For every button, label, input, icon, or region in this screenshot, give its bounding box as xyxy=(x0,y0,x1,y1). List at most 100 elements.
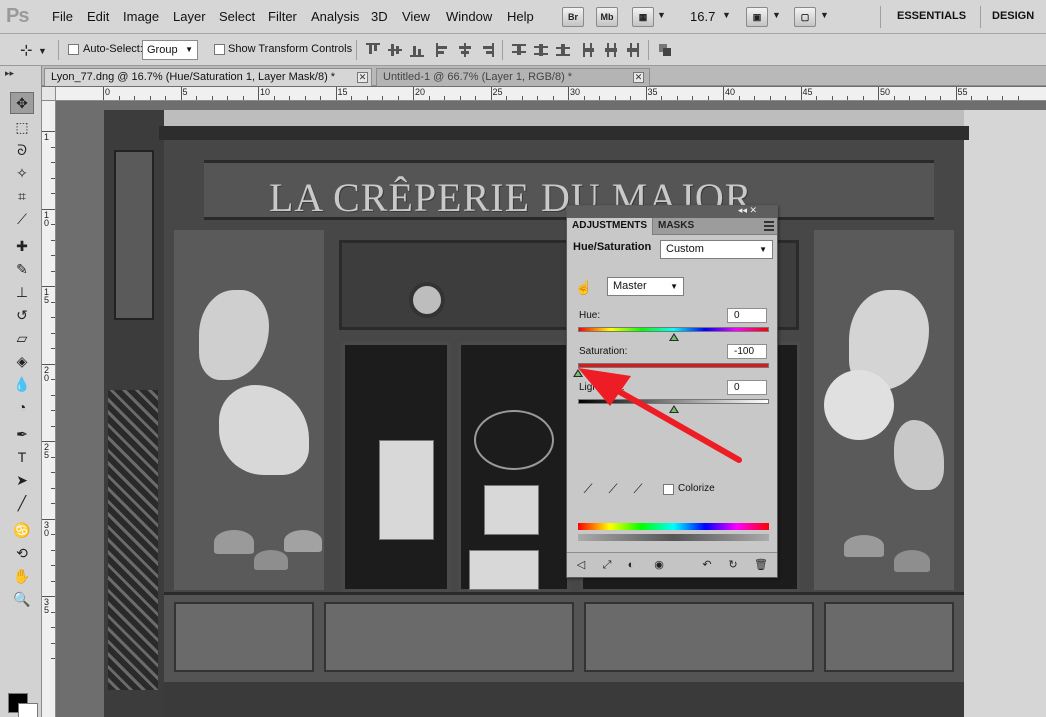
distribute-left-icon[interactable] xyxy=(582,43,596,57)
menu-help[interactable]: Help xyxy=(507,9,534,24)
hue-input[interactable]: 0 xyxy=(727,308,767,323)
tab-lyon-77[interactable]: Lyon_77.dng @ 16.7% (Hue/Saturation 1, L… xyxy=(44,68,372,86)
saturation-input[interactable]: -100 xyxy=(727,344,767,359)
extras-caret-icon[interactable]: ▼ xyxy=(657,10,666,20)
arrange-caret-icon[interactable]: ▼ xyxy=(772,10,781,20)
align-bottom-icon[interactable] xyxy=(410,43,424,57)
distribute-vertical-center-icon[interactable] xyxy=(534,43,548,57)
hue-slider-track[interactable] xyxy=(578,327,769,332)
zoom-caret-icon[interactable]: ▼ xyxy=(722,10,731,20)
panel-menu-icon[interactable] xyxy=(764,221,774,231)
dodge-tool-icon[interactable]: ◔ xyxy=(10,396,34,418)
auto-select-dropdown[interactable]: Group ▼ xyxy=(142,40,198,60)
document-canvas[interactable]: LA CRÊPERIE DU MAJOR xyxy=(57,102,1046,717)
eyedropper-icon[interactable]: ⟋ xyxy=(579,480,597,498)
history-brush-tool-icon[interactable]: ↺ xyxy=(10,304,34,326)
lightness-input[interactable]: 0 xyxy=(727,380,767,395)
paint-bucket-tool-icon[interactable]: ◈ xyxy=(10,350,34,372)
screen-mode-icon[interactable]: ▢ xyxy=(794,7,816,27)
align-vertical-center-icon[interactable] xyxy=(388,43,402,57)
saturation-slider-track[interactable] xyxy=(578,363,769,368)
pen-tool-icon[interactable]: ✒ xyxy=(10,423,34,445)
view-previous-state-icon[interactable]: ↶ xyxy=(699,557,715,573)
panel-titlebar[interactable]: ◂◂ ✕ xyxy=(567,205,777,218)
align-right-icon[interactable] xyxy=(480,43,494,57)
move-tool-icon[interactable]: ✥ xyxy=(10,92,34,114)
menu-edit[interactable]: Edit xyxy=(87,9,109,24)
auto-align-layers-icon[interactable] xyxy=(658,43,672,57)
distribute-top-icon[interactable] xyxy=(512,43,526,57)
trash-icon[interactable]: 🗑 xyxy=(753,557,769,573)
eraser-tool-icon[interactable]: ▱ xyxy=(10,327,34,349)
distribute-right-icon[interactable] xyxy=(626,43,640,57)
eyedropper-subtract-icon[interactable]: ⟋ xyxy=(629,480,647,498)
lightness-slider-track[interactable] xyxy=(578,399,769,404)
panel-collapse-close-icons[interactable]: ◂◂ ✕ xyxy=(738,205,757,216)
menu-image[interactable]: Image xyxy=(123,9,159,24)
extras-icon[interactable]: ▦ xyxy=(632,7,654,27)
path-selection-tool-icon[interactable]: ➤ xyxy=(10,469,34,491)
menu-filter[interactable]: Filter xyxy=(268,9,297,24)
align-horizontal-center-icon[interactable] xyxy=(458,43,472,57)
menu-analysis[interactable]: Analysis xyxy=(311,9,359,24)
hand-tool-icon[interactable]: ✋ xyxy=(10,565,34,587)
screen-mode-caret-icon[interactable]: ▼ xyxy=(820,10,829,20)
close-icon[interactable]: ✕ xyxy=(357,72,368,83)
targeted-adjustment-hand-icon[interactable]: ☝ xyxy=(575,278,595,296)
3d-rotate-tool-icon[interactable]: ♋ xyxy=(10,519,34,541)
arrange-documents-icon[interactable]: ▣ xyxy=(746,7,768,27)
distribute-horizontal-center-icon[interactable] xyxy=(604,43,618,57)
transform-controls-checkbox[interactable] xyxy=(214,44,225,55)
menu-3d[interactable]: 3D xyxy=(371,9,388,24)
tab-adjustments[interactable]: ADJUSTMENTS xyxy=(567,218,654,235)
bridge-button[interactable]: Br xyxy=(562,7,584,27)
channel-dropdown[interactable]: Master ▼ xyxy=(607,277,684,296)
distribute-bottom-icon[interactable] xyxy=(556,43,570,57)
line-tool-icon[interactable]: ╱ xyxy=(10,492,34,514)
eyedropper-tool-icon[interactable]: ⟋ xyxy=(10,208,34,230)
crop-tool-icon[interactable]: ⌗ xyxy=(10,185,34,207)
visibility-eye-icon[interactable]: ◉ xyxy=(651,557,667,573)
clone-stamp-tool-icon[interactable]: ⊥ xyxy=(10,281,34,303)
horizontal-ruler[interactable]: 0 5 10 15 20 25 30 35 40 45 50 55 xyxy=(56,87,1046,101)
close-icon[interactable]: ✕ xyxy=(633,72,644,83)
menu-layer[interactable]: Layer xyxy=(173,9,206,24)
tool-preset-caret-icon[interactable]: ▼ xyxy=(38,46,47,56)
expand-view-icon[interactable]: ⤢ xyxy=(599,557,615,573)
blur-tool-icon[interactable]: 💧 xyxy=(10,373,34,395)
tab-untitled-1[interactable]: Untitled-1 @ 66.7% (Layer 1, RGB/8) * ✕ xyxy=(376,68,650,86)
hue-slider-thumb[interactable] xyxy=(668,333,679,341)
eyedropper-add-icon[interactable]: ⟋ xyxy=(604,480,622,498)
move-tool-preset-icon[interactable]: ⊹ xyxy=(20,41,33,59)
vertical-ruler[interactable]: 1 10 15 20 25 30 35 xyxy=(42,101,56,717)
menu-select[interactable]: Select xyxy=(219,9,255,24)
zoom-tool-icon[interactable]: 🔍 xyxy=(10,588,34,610)
zoom-level[interactable]: 16.7 xyxy=(690,9,715,24)
auto-select-checkbox[interactable] xyxy=(68,44,79,55)
back-arrow-icon[interactable]: ◁ xyxy=(573,557,589,573)
reset-icon[interactable]: ↻ xyxy=(725,557,741,573)
workspace-essentials[interactable]: ESSENTIALS xyxy=(897,10,966,22)
lightness-slider-thumb[interactable] xyxy=(668,405,679,413)
type-tool-icon[interactable]: T xyxy=(10,446,34,468)
colorize-checkbox[interactable] xyxy=(663,484,674,495)
3d-orbit-tool-icon[interactable]: ⟲ xyxy=(10,542,34,564)
align-left-icon[interactable] xyxy=(436,43,450,57)
preset-dropdown[interactable]: Custom ▼ xyxy=(660,240,773,259)
saturation-slider-thumb[interactable] xyxy=(573,369,583,377)
marquee-tool-icon[interactable]: ⬚ xyxy=(10,116,34,138)
menu-view[interactable]: View xyxy=(402,9,430,24)
brush-tool-icon[interactable]: ✎ xyxy=(10,258,34,280)
lasso-tool-icon[interactable]: ᘐ xyxy=(10,139,34,161)
healing-brush-tool-icon[interactable]: ✚ xyxy=(10,235,34,257)
background-color-swatch[interactable] xyxy=(18,703,38,717)
menu-window[interactable]: Window xyxy=(446,9,492,24)
ruler-origin[interactable] xyxy=(42,87,56,101)
tab-masks[interactable]: MASKS xyxy=(653,218,699,235)
menu-file[interactable]: File xyxy=(52,9,73,24)
panel-collapse-icon[interactable]: ▸▸ xyxy=(5,68,14,79)
mini-bridge-button[interactable]: Mb xyxy=(596,7,618,27)
quick-selection-tool-icon[interactable]: ✧ xyxy=(10,162,34,184)
workspace-design[interactable]: DESIGN xyxy=(992,10,1034,22)
align-top-icon[interactable] xyxy=(366,43,380,57)
